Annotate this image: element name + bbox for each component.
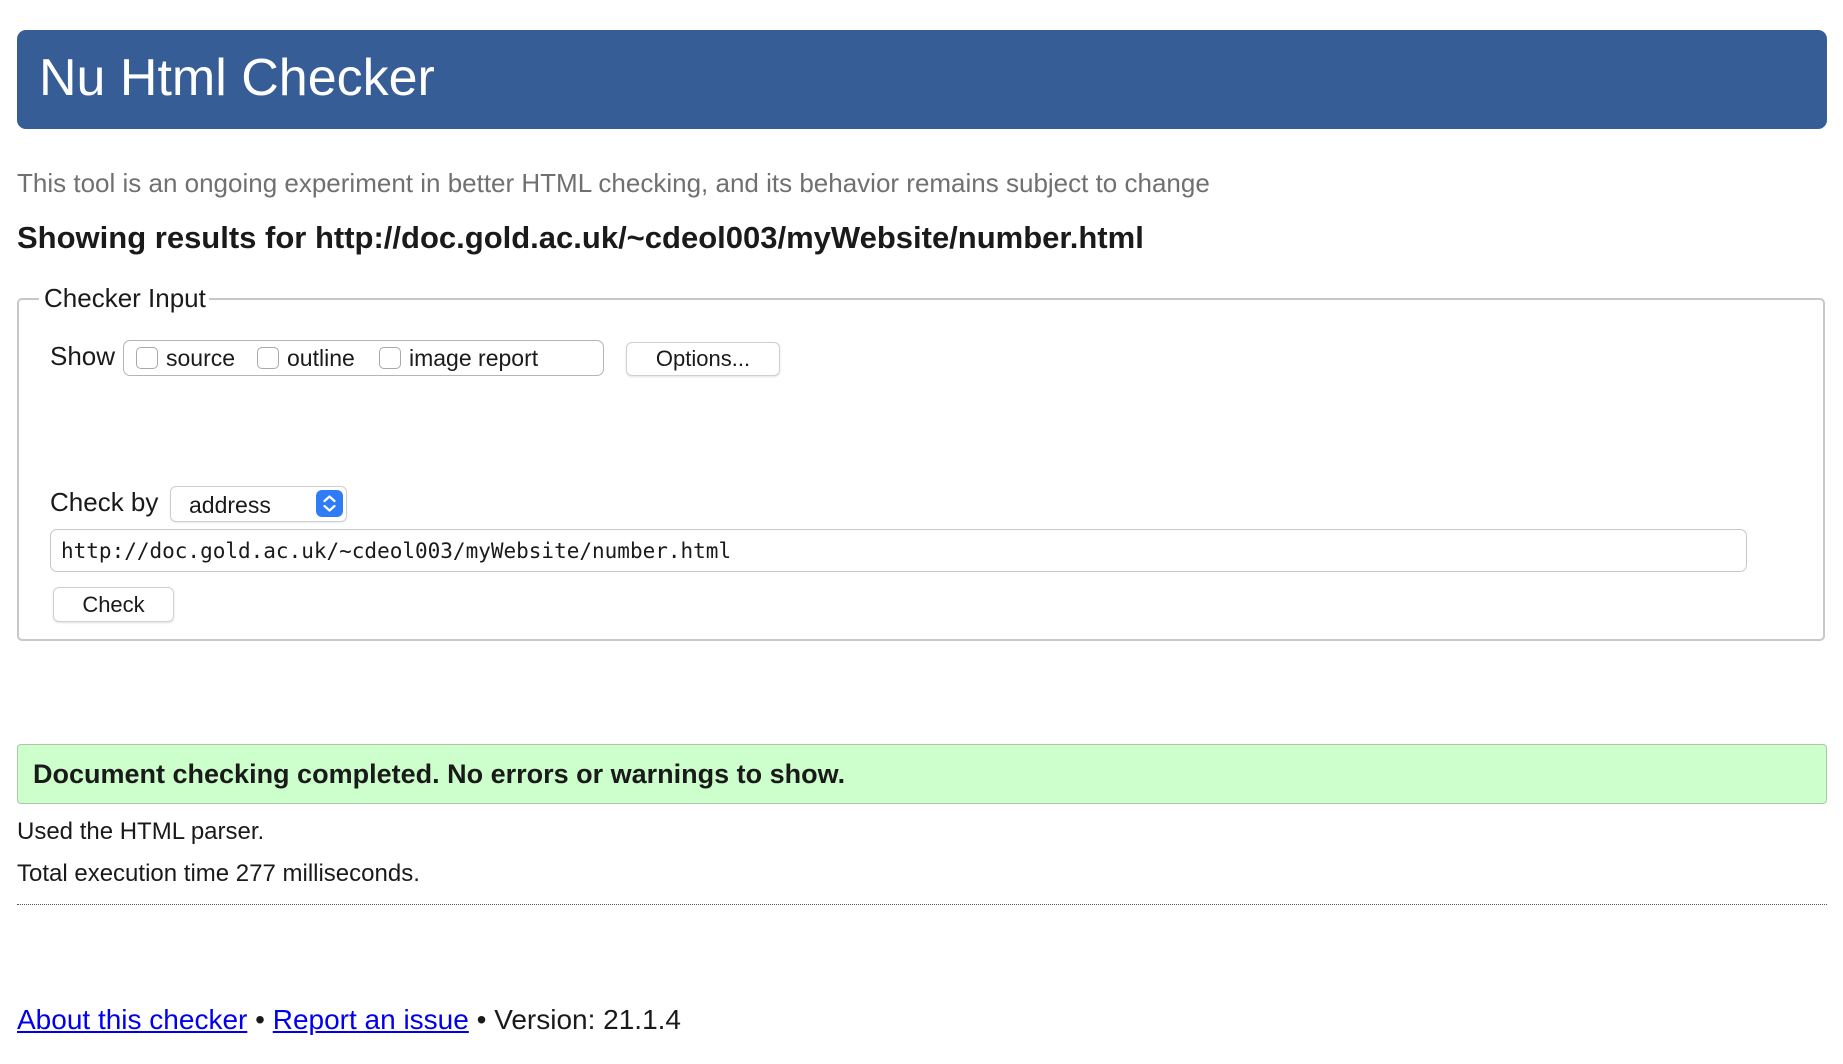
show-outline-checkbox[interactable]: outline	[257, 343, 355, 373]
about-checker-link[interactable]: About this checker	[17, 1004, 247, 1035]
options-button[interactable]: Options...	[626, 342, 780, 376]
check-by-select[interactable]: address	[170, 486, 347, 522]
check-button[interactable]: Check	[53, 587, 174, 622]
outline-checkbox-label[interactable]: outline	[287, 343, 355, 373]
parser-info: Used the HTML parser.	[17, 818, 265, 845]
check-by-select-value[interactable]: address	[189, 490, 271, 520]
source-checkbox-label[interactable]: source	[166, 343, 235, 373]
version-text: Version: 21.1.4	[494, 1004, 682, 1035]
check-by-label: Check by	[50, 487, 159, 517]
execution-time-info: Total execution time 277 milliseconds.	[17, 860, 420, 887]
footer-separator: •	[476, 1004, 487, 1035]
checker-input-legend: Checker Input	[39, 282, 209, 314]
success-message: Document checking completed. No errors o…	[33, 759, 846, 789]
outline-checkbox-box[interactable]	[257, 347, 279, 369]
show-options-group: source outline image report	[123, 340, 604, 376]
show-source-checkbox[interactable]: source	[136, 343, 235, 373]
tagline: This tool is an ongoing experiment in be…	[17, 168, 1210, 198]
report-issue-link[interactable]: Report an issue	[273, 1004, 469, 1035]
chevron-up-down-icon[interactable]	[316, 490, 343, 517]
footer: About this checker • Report an issue • V…	[17, 1003, 681, 1037]
divider	[17, 904, 1827, 905]
source-checkbox-box[interactable]	[136, 347, 158, 369]
header-bar: Nu Html Checker	[17, 30, 1827, 129]
checker-input-fieldset: Checker Input Show source outline image …	[17, 282, 1825, 641]
url-input[interactable]	[50, 529, 1747, 572]
show-label: Show	[50, 341, 116, 371]
results-heading: Showing results for http://doc.gold.ac.u…	[17, 220, 1144, 255]
show-image-report-checkbox[interactable]: image report	[379, 343, 538, 373]
image-report-checkbox-label[interactable]: image report	[409, 343, 538, 373]
page-title: Nu Html Checker	[39, 49, 435, 107]
image-report-checkbox-box[interactable]	[379, 347, 401, 369]
success-message-box: Document checking completed. No errors o…	[17, 744, 1827, 804]
footer-separator: •	[255, 1004, 265, 1035]
